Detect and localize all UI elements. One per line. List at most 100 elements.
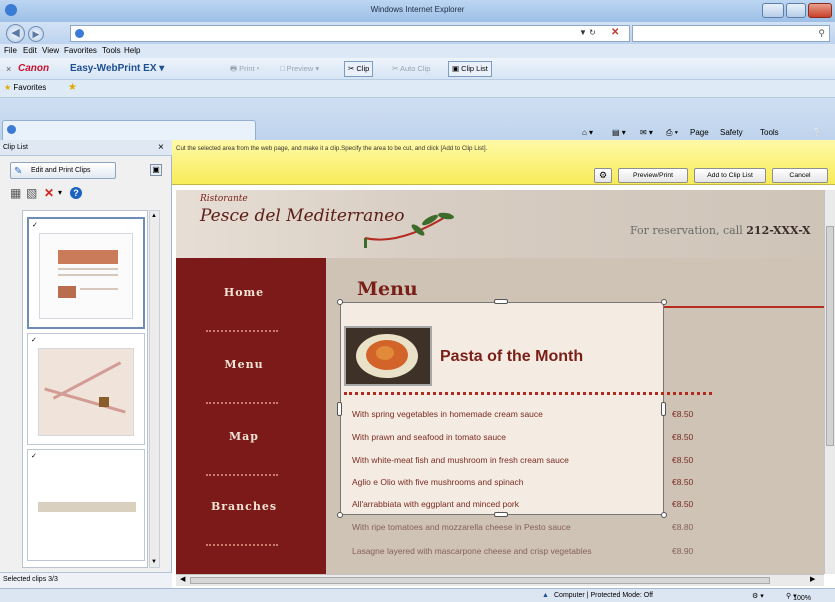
protected-mode-icon[interactable]: ⚙ ▾ bbox=[752, 592, 764, 600]
maximize-button[interactable] bbox=[786, 3, 806, 18]
menu-favorites[interactable]: Favorites bbox=[64, 46, 97, 55]
resize-handle[interactable] bbox=[337, 299, 343, 305]
reservation-text: For reservation, call bbox=[630, 224, 743, 237]
clip-list-button[interactable]: ▣ Clip List bbox=[448, 61, 492, 77]
page-menu[interactable]: Page bbox=[690, 128, 709, 137]
clip-instruction: Cut the selected area from the web page,… bbox=[176, 145, 488, 152]
resize-handle[interactable] bbox=[661, 512, 667, 518]
pasta-of-month-title: Pasta of the Month bbox=[440, 348, 584, 365]
nav-map[interactable]: Map bbox=[180, 430, 308, 443]
menu-item-price: €8.50 bbox=[672, 477, 694, 487]
scroll-thumb[interactable] bbox=[826, 226, 834, 446]
select-all-icon[interactable]: ▦ bbox=[10, 186, 21, 200]
home-icon[interactable]: ⌂ ▾ bbox=[582, 128, 593, 137]
address-input[interactable]: ▼ ↻ ✕ bbox=[70, 25, 630, 42]
menu-item-name: Aglio e Olio with five mushrooms and spi… bbox=[352, 477, 524, 487]
help-icon-panel[interactable]: ? bbox=[70, 187, 82, 199]
refresh-icon[interactable]: ▼ ↻ bbox=[579, 28, 596, 37]
delete-clip-icon[interactable]: ✕ bbox=[44, 186, 54, 200]
easy-webprint-toolbar: × Canon Easy-WebPrint EX ▾ 🖶 Print ▾ □ P… bbox=[0, 58, 835, 80]
print-label: Print bbox=[239, 64, 255, 73]
menu-bar: File Edit View Favorites Tools Help bbox=[0, 44, 835, 58]
feeds-icon[interactable]: ▤ ▾ bbox=[612, 128, 626, 137]
page-vertical-scrollbar[interactable] bbox=[824, 190, 835, 574]
clip-thumbnail-1[interactable]: ✓ bbox=[27, 217, 145, 329]
forward-button[interactable]: ▶ bbox=[28, 26, 44, 42]
menu-heading: Menu bbox=[357, 278, 418, 300]
preview-button[interactable]: □ Preview ▾ bbox=[276, 61, 323, 77]
resize-handle[interactable] bbox=[661, 299, 667, 305]
clip-list-scrollbar[interactable]: ▲ ▼ bbox=[149, 210, 160, 568]
search-input[interactable]: ⚲ bbox=[632, 25, 830, 42]
tools-menu[interactable]: Tools bbox=[760, 128, 779, 137]
search-icon[interactable]: ⚲ bbox=[818, 28, 825, 39]
safety-menu[interactable]: Safety bbox=[720, 128, 743, 137]
deselect-all-icon[interactable]: ▧ bbox=[26, 186, 37, 200]
checkbox-icon[interactable]: ✓ bbox=[31, 336, 37, 344]
scroll-thumb[interactable] bbox=[190, 577, 770, 584]
back-button[interactable]: ◀ bbox=[6, 24, 25, 43]
toolbar-close-icon[interactable]: × bbox=[2, 61, 15, 77]
auto-clip-button[interactable]: ✂ Auto Clip bbox=[388, 61, 434, 77]
cancel-button[interactable]: Cancel bbox=[772, 168, 828, 183]
reservation-phone: 212-XXX-X bbox=[746, 224, 811, 237]
checkbox-icon[interactable]: ✓ bbox=[31, 452, 37, 460]
menu-file[interactable]: File bbox=[4, 46, 17, 55]
edit-print-clips-label: Edit and Print Clips bbox=[31, 167, 91, 174]
browser-tab[interactable] bbox=[2, 120, 256, 140]
add-favorite-icon[interactable]: ★ bbox=[68, 82, 77, 93]
add-to-clip-list-button[interactable]: Add to Clip List bbox=[694, 168, 766, 183]
clip-label: Clip bbox=[356, 64, 370, 73]
clip-thumbnail-2[interactable]: ✓ bbox=[27, 333, 145, 445]
checkbox-icon[interactable]: ✓ bbox=[32, 221, 38, 229]
scroll-left-icon[interactable]: ◀ bbox=[180, 575, 185, 583]
page-icon bbox=[75, 29, 84, 38]
pasta-dish-image bbox=[344, 326, 432, 386]
forward-arrow-icon: ▶ bbox=[32, 29, 40, 39]
print-icon[interactable]: ⎙ ▾ bbox=[666, 128, 678, 138]
resize-handle[interactable] bbox=[494, 512, 508, 517]
minimize-button[interactable] bbox=[762, 3, 784, 18]
nav-branches[interactable]: Branches bbox=[180, 500, 308, 513]
menu-item-name: With spring vegetables in homemade cream… bbox=[352, 409, 543, 419]
close-button[interactable] bbox=[808, 3, 832, 18]
edit-print-clips-button[interactable]: ✎ Edit and Print Clips bbox=[10, 162, 116, 179]
print-button[interactable]: 🖶 Print ▾ bbox=[226, 61, 263, 77]
panel-close-icon[interactable]: × bbox=[158, 142, 164, 153]
clip-panel-status: Selected clips 3/3 bbox=[0, 572, 172, 588]
security-zone[interactable]: Computer | Protected Mode: Off bbox=[554, 592, 653, 599]
resize-handle[interactable] bbox=[661, 402, 666, 416]
clip-list-header: Clip List × bbox=[0, 140, 172, 156]
favorites-button[interactable]: ★ Favorites bbox=[4, 83, 46, 92]
product-name[interactable]: Easy-WebPrint EX ▾ bbox=[70, 63, 164, 74]
resize-handle[interactable] bbox=[494, 299, 508, 304]
favorites-bar: ★ Favorites ★ bbox=[0, 80, 835, 98]
stop-icon[interactable]: ✕ bbox=[611, 27, 619, 38]
clip-thumbnail-3[interactable]: ✓ bbox=[27, 449, 145, 561]
delete-dropdown-icon[interactable]: ▾ bbox=[58, 186, 62, 200]
resize-handle[interactable] bbox=[337, 402, 342, 416]
scroll-right-icon[interactable]: ▶ bbox=[810, 575, 815, 583]
menu-edit[interactable]: Edit bbox=[23, 46, 37, 55]
canon-logo: Canon bbox=[18, 63, 50, 74]
menu-view[interactable]: View bbox=[42, 46, 59, 55]
menu-tools[interactable]: Tools bbox=[102, 46, 121, 55]
scroll-down-icon[interactable]: ▼ bbox=[151, 559, 157, 565]
menu-item-price: €8.50 bbox=[672, 409, 694, 419]
mail-icon[interactable]: ✉ ▾ bbox=[640, 128, 653, 137]
panel-collapse-icon[interactable]: ▣ bbox=[150, 164, 162, 176]
nav-menu[interactable]: Menu bbox=[180, 358, 308, 371]
scroll-up-icon[interactable]: ▲ bbox=[151, 213, 157, 219]
menu-help[interactable]: Help bbox=[124, 46, 140, 55]
resize-handle[interactable] bbox=[337, 512, 343, 518]
help-icon[interactable]: ❔ bbox=[812, 128, 822, 137]
reservation-line: For reservation, call 212-XXX-X bbox=[630, 224, 811, 237]
nav-home[interactable]: Home bbox=[180, 286, 308, 299]
clip-button[interactable]: ✂ Clip bbox=[344, 61, 374, 77]
clip-list-title: Clip List bbox=[3, 144, 28, 151]
page-horizontal-scrollbar[interactable]: ◀ ▶ bbox=[176, 574, 824, 586]
nav-divider bbox=[206, 330, 278, 332]
zoom-level[interactable]: ⚲ 100% ▾ bbox=[786, 592, 811, 602]
preview-print-button[interactable]: Preview/Print bbox=[618, 168, 688, 183]
settings-gear-icon[interactable]: ⚙ bbox=[594, 168, 612, 183]
